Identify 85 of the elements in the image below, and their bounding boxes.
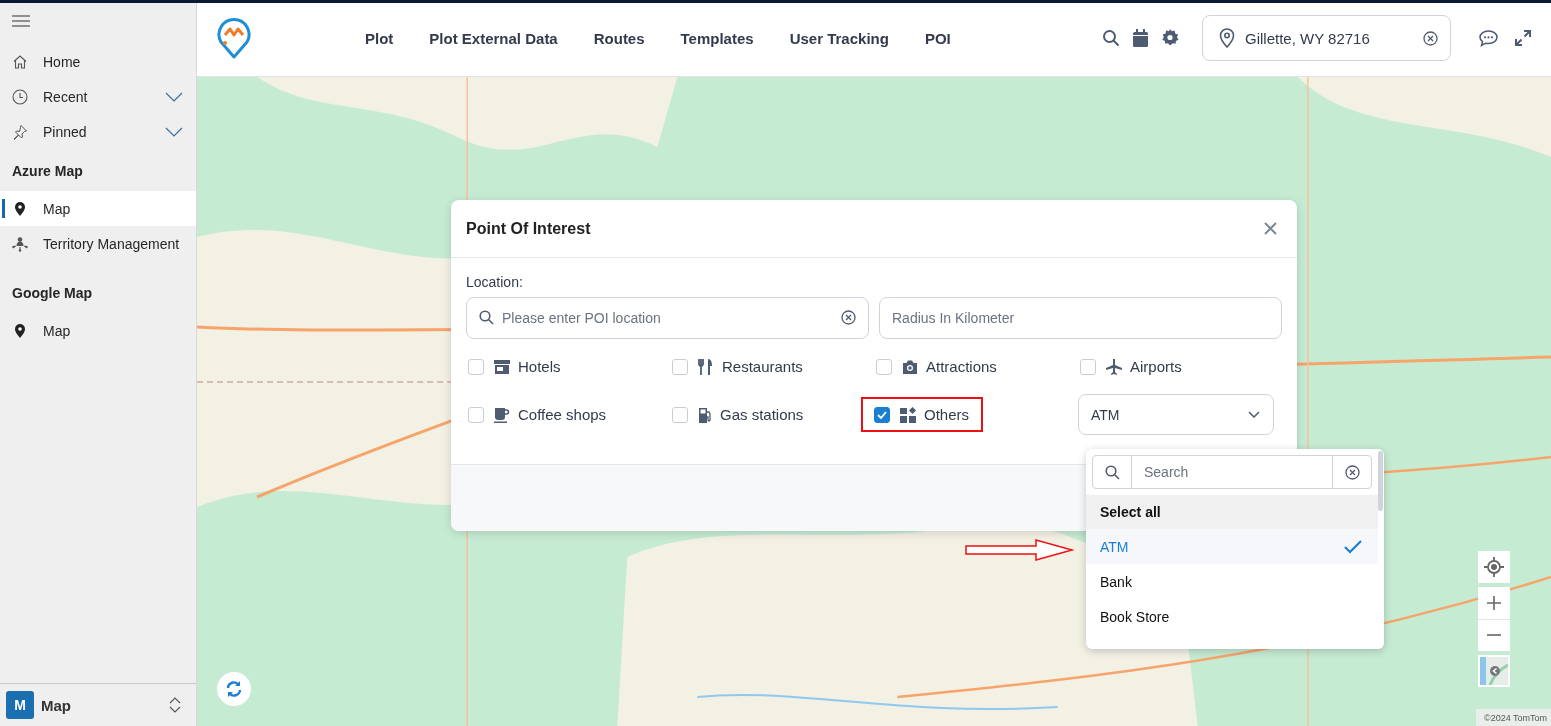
nav-link[interactable]: Plot — [365, 29, 394, 47]
checkbox[interactable] — [672, 358, 688, 375]
type-select[interactable]: ATM — [1078, 394, 1274, 435]
pin-icon — [12, 123, 28, 140]
nav-link[interactable]: Templates — [680, 29, 754, 47]
logo-icon[interactable] — [217, 17, 251, 59]
sidebar-item[interactable]: Territory Management — [0, 226, 196, 261]
nav-item-label[interactable]: Home — [43, 53, 81, 70]
airplane-icon — [1106, 358, 1122, 375]
clock-icon — [12, 88, 28, 105]
location-field[interactable]: Gillette, WY 82716 — [1202, 15, 1451, 61]
plus-icon — [1487, 595, 1501, 610]
map-pin-icon — [12, 322, 28, 339]
category-label: Gas stations — [720, 406, 804, 423]
chat-icon[interactable] — [1479, 29, 1498, 47]
checkbox[interactable] — [1080, 358, 1096, 375]
nav-link[interactable]: POI — [924, 29, 951, 47]
home-icon — [12, 53, 28, 70]
widgets-icon — [900, 406, 916, 423]
target-icon — [1484, 557, 1504, 577]
store-icon — [494, 359, 510, 374]
category-label: Coffee shops — [518, 406, 607, 423]
category-label: Others — [924, 406, 969, 423]
checkbox[interactable] — [874, 406, 890, 423]
map-pin-icon — [12, 200, 28, 217]
category-label: Hotels — [518, 358, 561, 375]
up-down-icon[interactable] — [169, 697, 181, 713]
checkbox[interactable] — [468, 406, 484, 423]
dropdown-option[interactable]: Book Store — [1086, 599, 1378, 634]
category-label: Attractions — [926, 358, 997, 375]
section-title: Azure Map — [11, 162, 84, 181]
checkbox[interactable] — [672, 406, 688, 423]
dropdown-option[interactable]: Bank — [1086, 564, 1378, 599]
chevron-down-icon[interactable] — [165, 91, 183, 102]
utensils-icon — [698, 358, 714, 375]
search-icon[interactable] — [1102, 29, 1120, 47]
nav-link[interactable]: Plot External Data — [429, 29, 558, 47]
clear-icon[interactable] — [841, 310, 856, 325]
menu-icon[interactable] — [12, 15, 30, 27]
checkbox[interactable] — [876, 358, 892, 375]
nav-item-label[interactable]: Recent — [43, 88, 88, 105]
camera-icon — [902, 359, 918, 374]
area-badge: M — [6, 691, 34, 719]
map-style-button[interactable] — [1478, 655, 1510, 687]
refresh-icon — [225, 680, 243, 698]
sidebar-item[interactable]: Map — [0, 313, 196, 348]
expand-icon[interactable] — [1515, 30, 1531, 46]
category-label: Airports — [1130, 358, 1182, 375]
chevron-down-icon — [1248, 411, 1260, 418]
mug-icon — [494, 406, 510, 423]
people-icon — [12, 235, 28, 252]
category-label: Restaurants — [722, 358, 803, 375]
location-field[interactable]: Please enter POI location — [466, 297, 869, 339]
zoom-in-button[interactable] — [1478, 587, 1510, 619]
nav-link[interactable]: Routes — [593, 29, 645, 47]
map-thumbnail-icon — [1480, 657, 1508, 685]
scrollbar[interactable] — [1378, 451, 1383, 511]
area-label[interactable]: Map — [41, 696, 71, 714]
check-icon — [1344, 539, 1362, 554]
minus-icon — [1487, 634, 1501, 637]
calendar-icon[interactable] — [1133, 29, 1148, 47]
search-icon — [1104, 464, 1120, 480]
map-pin-icon — [1219, 28, 1235, 48]
clear-icon[interactable] — [1344, 464, 1360, 480]
field-label: Location: — [466, 274, 524, 290]
clear-icon[interactable] — [1423, 30, 1438, 46]
dropdown-option[interactable]: ATM — [1086, 529, 1378, 564]
dialog-title: Point Of Interest — [466, 219, 591, 238]
check-icon — [877, 410, 887, 419]
sidebar-item[interactable]: Map — [0, 191, 196, 226]
zoom-out-button[interactable] — [1478, 619, 1510, 651]
map-attribution: ©2024 TomTom — [1476, 709, 1551, 726]
settings-icon[interactable] — [1161, 29, 1179, 47]
fuel-pump-icon — [698, 406, 712, 423]
close-icon[interactable] — [1264, 222, 1277, 235]
chevron-down-icon[interactable] — [165, 126, 183, 137]
nav-link[interactable]: User Tracking — [789, 29, 889, 47]
nav-item-label[interactable]: Pinned — [43, 123, 87, 140]
checkbox[interactable] — [468, 358, 484, 375]
search-box[interactable]: Search — [1092, 455, 1372, 489]
section-title: Google Map — [11, 284, 94, 303]
select-all-option[interactable]: Select all — [1086, 495, 1378, 529]
search-icon — [479, 310, 494, 325]
locate-button[interactable] — [1478, 551, 1510, 583]
radius-field[interactable]: Radius In Kilometer — [879, 297, 1282, 339]
